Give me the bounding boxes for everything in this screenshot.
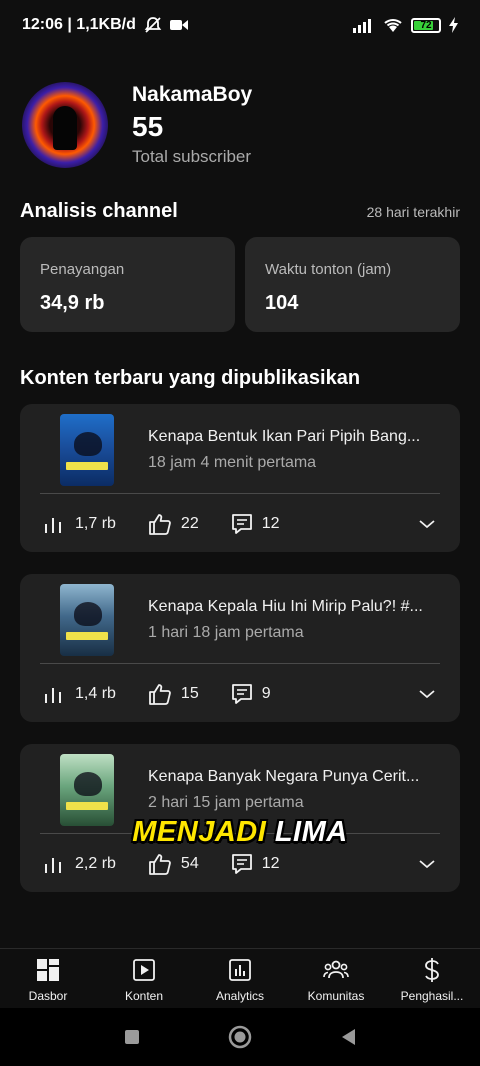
video-comments: 12	[261, 515, 280, 532]
nav-label: Komunitas	[307, 989, 365, 1003]
recent-apps-icon[interactable]	[124, 1029, 140, 1045]
channel-profile: NakamaBoy 55 Total subscriber	[22, 70, 460, 180]
chevron-down-icon[interactable]	[418, 688, 436, 700]
video-age: 1 hari 18 jam pertama	[148, 624, 304, 641]
earn-icon	[425, 958, 439, 982]
video-age: 18 jam 4 menit pertama	[148, 454, 317, 471]
channel-avatar[interactable]	[22, 82, 108, 168]
like-icon	[149, 854, 171, 875]
comment-icon	[231, 514, 252, 534]
comment-icon	[231, 854, 252, 874]
chevron-down-icon[interactable]	[418, 858, 436, 870]
nav-label: Penghasil...	[400, 989, 464, 1003]
community-icon	[323, 960, 349, 979]
video-card[interactable]: Kenapa Bentuk Ikan Pari Pipih Bang... 18…	[20, 404, 460, 552]
watch-time-label: Waktu tonton (jam)	[265, 261, 392, 278]
subscriber-count: 55	[132, 111, 164, 142]
channel-name: NakamaBoy	[132, 83, 253, 106]
video-stats: 1,4 rb 15 9	[44, 682, 436, 706]
recent-content-header: Konten terbaru yang dipublikasikan	[20, 367, 460, 390]
section-title-analytics: Analisis channel	[20, 200, 178, 222]
chevron-down-icon[interactable]	[418, 518, 436, 530]
video-title: Kenapa Banyak Negara Punya Cerit...	[148, 768, 420, 785]
video-views: 1,7 rb	[75, 515, 116, 532]
views-bar-chart-icon	[45, 518, 61, 533]
watch-time-value: 104	[265, 292, 299, 314]
video-stats: 1,7 rb 22 12	[44, 512, 436, 536]
signal-icon	[353, 19, 371, 33]
video-camera-icon	[169, 20, 188, 30]
caption-word-2: LIMA	[274, 816, 348, 848]
video-thumbnail[interactable]	[60, 584, 114, 656]
section-title-recent: Konten terbaru yang dipublikasikan	[20, 367, 361, 389]
video-comments: 9	[261, 685, 271, 702]
video-title: Kenapa Kepala Hiu Ini Mirip Palu?! #...	[148, 598, 423, 615]
video-views: 2,2 rb	[75, 855, 116, 872]
video-comments: 12	[261, 855, 280, 872]
nav-label: Dasbor	[28, 989, 68, 1003]
content-icon	[133, 959, 155, 981]
video-likes: 22	[180, 515, 199, 532]
views-card[interactable]: Penayangan 34,9 rb	[20, 237, 235, 332]
video-stats: 2,2 rb 54 12	[44, 852, 436, 876]
video-likes: 54	[180, 855, 199, 872]
views-bar-chart-icon	[45, 688, 61, 703]
nav-earn[interactable]: Penghasil...	[384, 949, 480, 1008]
views-bar-chart-icon	[45, 858, 61, 873]
dashboard-icon	[37, 959, 59, 981]
back-icon[interactable]	[340, 1028, 356, 1046]
video-thumbnail[interactable]	[60, 414, 114, 486]
divider	[40, 663, 440, 664]
nav-label: Konten	[124, 989, 164, 1003]
video-views: 1,4 rb	[75, 685, 116, 702]
battery-icon: 72	[411, 17, 441, 33]
views-value: 34,9 rb	[40, 292, 105, 314]
nav-label: Analytics	[215, 989, 265, 1003]
divider	[40, 493, 440, 494]
nav-community[interactable]: Komunitas	[288, 949, 384, 1008]
views-label: Penayangan	[40, 261, 125, 278]
nav-dashboard[interactable]: Dasbor	[0, 949, 96, 1008]
comment-icon	[231, 684, 252, 704]
wifi-icon	[384, 19, 402, 32]
nav-analytics[interactable]: Analytics	[192, 949, 288, 1008]
analytics-header: Analisis channel 28 hari terakhir	[20, 200, 460, 223]
video-card[interactable]: Kenapa Kepala Hiu Ini Mirip Palu?! #... …	[20, 574, 460, 722]
bottom-nav: Dasbor Konten Analytics Komunitas Pengha…	[0, 948, 480, 1008]
video-likes: 15	[180, 685, 199, 702]
video-title: Kenapa Bentuk Ikan Pari Pipih Bang...	[148, 428, 421, 445]
subscriber-label: Total subscriber	[132, 147, 252, 166]
caption-word-1: MENJADI	[132, 816, 267, 848]
charging-icon	[449, 17, 458, 33]
analytics-icon	[229, 959, 251, 981]
like-icon	[149, 514, 171, 535]
status-time: 12:06 | 1,1KB/d	[22, 16, 136, 33]
system-nav-bar	[0, 1008, 480, 1066]
analytics-period: 28 hari terakhir	[366, 204, 460, 220]
nav-content[interactable]: Konten	[96, 949, 192, 1008]
home-icon[interactable]	[228, 1025, 252, 1049]
like-icon	[149, 684, 171, 705]
battery-level: 72	[420, 19, 432, 31]
watch-time-card[interactable]: Waktu tonton (jam) 104	[245, 237, 460, 332]
status-bar: 12:06 | 1,1KB/d 72	[0, 0, 480, 50]
notification-muted-icon	[144, 17, 162, 33]
video-age: 2 hari 15 jam pertama	[148, 794, 304, 811]
video-caption-overlay: MENJADI LIMA	[0, 816, 480, 849]
